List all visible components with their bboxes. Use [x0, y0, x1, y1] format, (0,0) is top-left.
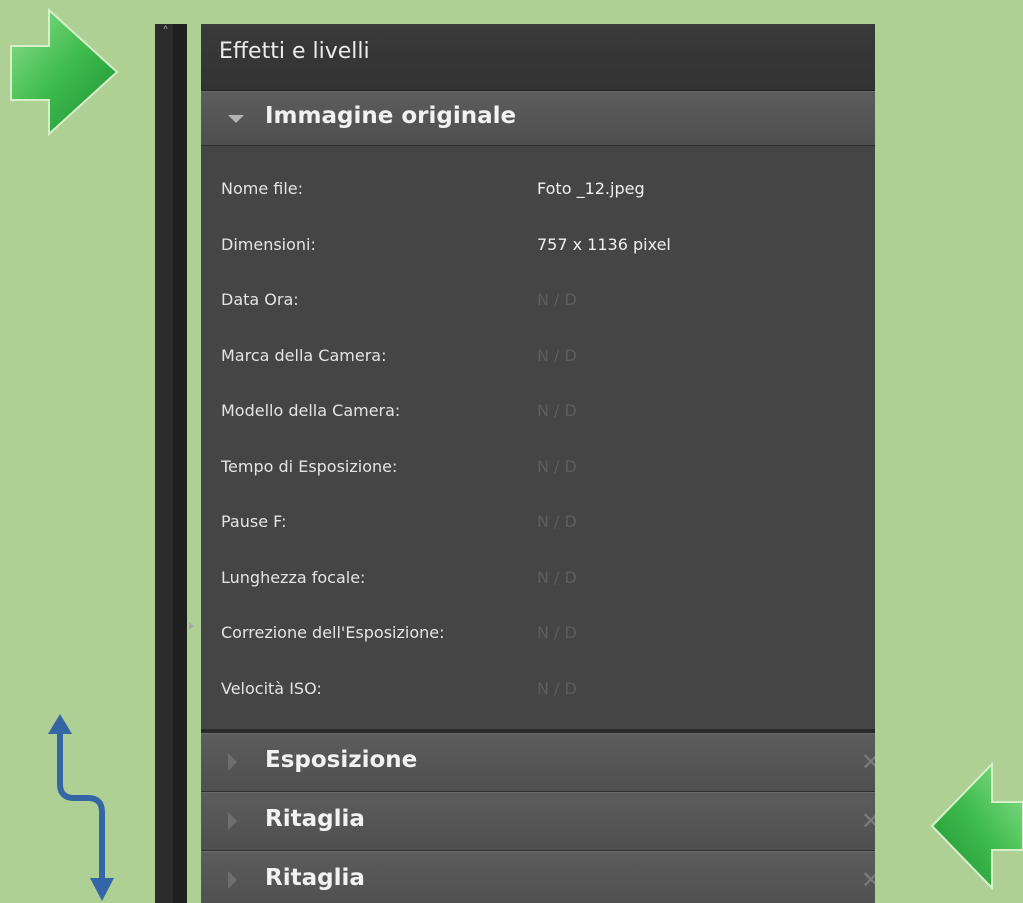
green-left-arrow-icon [930, 762, 1023, 890]
triangle-right-icon[interactable] [228, 753, 237, 771]
triangle-down-icon[interactable] [228, 115, 244, 123]
section-title: Ritaglia [265, 806, 365, 832]
close-icon[interactable]: ✕ [861, 748, 875, 776]
detail-value: N / D [537, 345, 577, 365]
detail-label: Modello della Camera: [221, 401, 401, 420]
effects-layers-panel: Effetti e livelli Immagine originale Nom… [201, 24, 875, 903]
blue-up-down-arrow-icon [48, 714, 114, 901]
chevron-up-icon[interactable]: ˄ [162, 26, 169, 40]
detail-value: N / D [537, 456, 577, 476]
panel-title: Effetti e livelli [219, 39, 370, 64]
close-icon[interactable]: ✕ [861, 866, 875, 894]
detail-label: Marca della Camera: [221, 345, 387, 365]
strip-edge [173, 24, 187, 903]
detail-label: Dimensioni: [221, 234, 316, 254]
detail-value: N / D [537, 290, 577, 309]
detail-label: Pause F: [221, 512, 287, 531]
detail-value: Foto _12.jpeg [537, 179, 645, 198]
close-icon[interactable]: ✕ [861, 807, 875, 835]
image-details-list: Nome file: Foto _12.jpeg Dimensioni: 757 x … [201, 146, 875, 729]
section-title: Immagine originale [265, 103, 517, 129]
detail-value: N / D [537, 678, 577, 698]
detail-value: N / D [537, 512, 577, 531]
section-crop-header[interactable]: Ritaglia ✕ [201, 792, 875, 851]
side-collapse-strip[interactable]: ˄ [155, 24, 194, 903]
detail-label: Nome file: [221, 179, 304, 198]
detail-label: Velocità ISO: [221, 678, 322, 698]
detail-label: Lunghezza focale: [221, 567, 366, 587]
section-exposure-header[interactable]: Esposizione ✕ [201, 733, 875, 792]
triangle-right-icon[interactable] [228, 871, 237, 889]
detail-label: Correzione dell'Esposizione: [221, 623, 445, 642]
section-crop-header-2[interactable]: Ritaglia ✕ [201, 851, 875, 903]
section-original-image-header[interactable]: Immagine originale [201, 91, 875, 146]
triangle-right-icon[interactable] [189, 622, 194, 630]
detail-value: N / D [537, 623, 577, 642]
panel-header: Effetti e livelli [201, 24, 875, 91]
detail-value: N / D [537, 401, 577, 420]
triangle-right-icon[interactable] [228, 812, 237, 830]
detail-value: 757 x 1136 pixel [537, 234, 671, 254]
detail-value: N / D [537, 567, 577, 587]
detail-label: Data Ora: [221, 290, 299, 309]
detail-label: Tempo di Esposizione: [221, 456, 398, 476]
section-title: Esposizione [265, 747, 418, 773]
section-title: Ritaglia [265, 865, 365, 891]
green-right-arrow-icon [10, 8, 119, 136]
